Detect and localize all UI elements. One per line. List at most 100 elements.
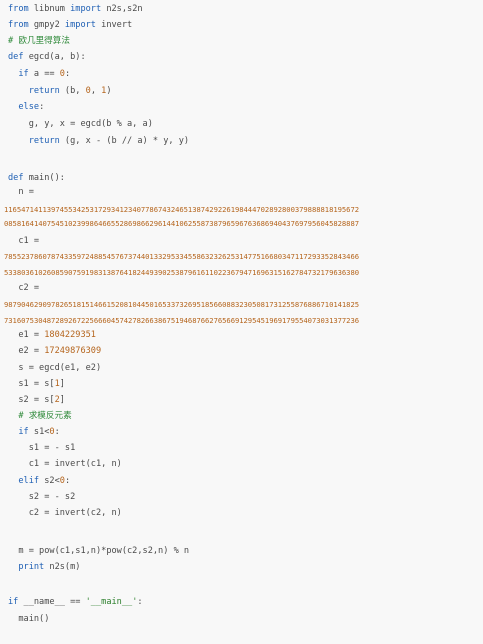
code-text-token: : bbox=[137, 597, 143, 607]
code-text-token: : bbox=[54, 427, 60, 437]
code-line: else: bbox=[8, 102, 44, 113]
code-line: 0858164140754510239986466552869866296144… bbox=[4, 218, 359, 229]
code-text-token: c2 = invert(c2, n) bbox=[28, 508, 122, 518]
code-line: # 欧几里得算法 bbox=[8, 36, 70, 47]
code-text-token: invert bbox=[95, 20, 133, 30]
code-line: m = pow(c1,s1,n)*pow(c2,s2,n) % n bbox=[8, 546, 189, 557]
code-line: g, y, x = egcd(b % a, a) bbox=[8, 119, 153, 130]
code-num-token: 5338036102608590759198313876418244939025… bbox=[4, 268, 360, 277]
code-kw-token: from bbox=[8, 4, 29, 14]
code-kw-token: else bbox=[18, 102, 40, 112]
code-text-token: : bbox=[39, 102, 45, 112]
code-line: 7316075304872892672256660457427826638675… bbox=[4, 315, 359, 326]
code-text-token: g, y, x = egcd(b % a, a) bbox=[28, 119, 153, 129]
code-kw-token: elif bbox=[18, 476, 40, 486]
code-kw-token: return bbox=[28, 86, 60, 96]
code-text-token: , bbox=[90, 86, 102, 96]
code-text-token: s1 = s[ bbox=[18, 379, 55, 389]
code-num-token: 0858164140754510239986466552869866296144… bbox=[4, 219, 360, 228]
code-kw-token: if bbox=[18, 427, 29, 437]
code-text-token: c2 = bbox=[18, 283, 40, 293]
code-line: 5338036102608590759198313876418244939025… bbox=[4, 267, 359, 278]
code-line: 1165471411397455342531729341234077867432… bbox=[4, 204, 359, 215]
code-text-token: n2s(m) bbox=[44, 562, 81, 572]
code-text-token: s2< bbox=[39, 476, 60, 486]
code-kw-token: def bbox=[8, 173, 24, 183]
code-num-token: 7855237860787433597248854576737440133295… bbox=[4, 252, 360, 261]
code-num-token: 1804229351 bbox=[44, 330, 96, 340]
code-cm-token: # 求模反元素 bbox=[18, 411, 72, 421]
code-line: if a == 0: bbox=[8, 69, 70, 80]
code-line: c1 = invert(c1, n) bbox=[8, 459, 122, 470]
code-kw-token: import bbox=[64, 20, 96, 30]
code-line: 9879046290978265181514661520810445016533… bbox=[4, 299, 359, 310]
code-text-token: : bbox=[64, 476, 71, 486]
code-text-token: a == bbox=[28, 69, 60, 79]
code-line: s = egcd(e1, e2) bbox=[8, 363, 101, 374]
code-num-token: 7316075304872892672256660457427826638675… bbox=[4, 316, 360, 325]
code-num-token: 17249876309 bbox=[44, 346, 102, 356]
code-text-token: n = bbox=[18, 187, 34, 197]
code-line: c2 = bbox=[8, 283, 39, 294]
code-block: from libnum import n2s,s2n from gmpy2 imp… bbox=[0, 0, 483, 644]
code-line: def egcd(a, b): bbox=[8, 52, 86, 63]
code-text-token: e2 = bbox=[18, 346, 45, 356]
code-text-token: s1 = - s1 bbox=[28, 443, 76, 453]
code-line: main() bbox=[8, 614, 49, 625]
code-line: if s1<0: bbox=[8, 427, 60, 438]
code-text-token: main() bbox=[18, 614, 50, 624]
code-line: e1 = 1804229351 bbox=[8, 330, 96, 341]
code-text-token: c1 = invert(c1, n) bbox=[28, 459, 122, 469]
code-str-token: '__main__' bbox=[85, 597, 138, 607]
code-line: s1 = s[1] bbox=[8, 379, 65, 390]
code-line: from libnum import n2s,s2n bbox=[8, 4, 143, 15]
code-text-token: ] bbox=[59, 395, 65, 405]
code-kw-token: from bbox=[8, 20, 29, 30]
code-line: # 求模反元素 bbox=[8, 411, 72, 422]
code-kw-token: def bbox=[8, 52, 24, 62]
code-text-token: s2 = s[ bbox=[18, 395, 55, 405]
code-text-token: __name__ == bbox=[18, 597, 86, 607]
code-text-token: main(): bbox=[23, 173, 65, 183]
code-line: print n2s(m) bbox=[8, 562, 80, 573]
code-line: c2 = invert(c2, n) bbox=[8, 508, 122, 519]
code-kw-token: if bbox=[18, 69, 29, 79]
code-text-token: libnum bbox=[28, 4, 71, 14]
code-line: s2 = s[2] bbox=[8, 395, 65, 406]
code-kw-token: import bbox=[70, 4, 102, 14]
code-line: return (g, x - (b // a) * y, y) bbox=[8, 136, 189, 147]
code-text-token: ] bbox=[59, 379, 65, 389]
code-text-token: : bbox=[64, 69, 71, 79]
code-line: c1 = bbox=[8, 236, 39, 247]
code-text-token: s = egcd(e1, e2) bbox=[18, 363, 102, 373]
code-kw-token: return bbox=[28, 136, 60, 146]
code-cm-token: # 欧几里得算法 bbox=[8, 36, 70, 46]
code-line: e2 = 17249876309 bbox=[8, 346, 101, 357]
code-text-token: s2 = - s2 bbox=[28, 492, 76, 502]
code-text-token: egcd(a, b): bbox=[23, 52, 86, 62]
code-text-token: (g, x - (b // a) * y, y) bbox=[59, 136, 190, 146]
code-kw-token: if bbox=[8, 597, 19, 607]
code-num-token: 9879046290978265181514661520810445016533… bbox=[4, 300, 360, 309]
code-text-token: gmpy2 bbox=[28, 20, 65, 30]
